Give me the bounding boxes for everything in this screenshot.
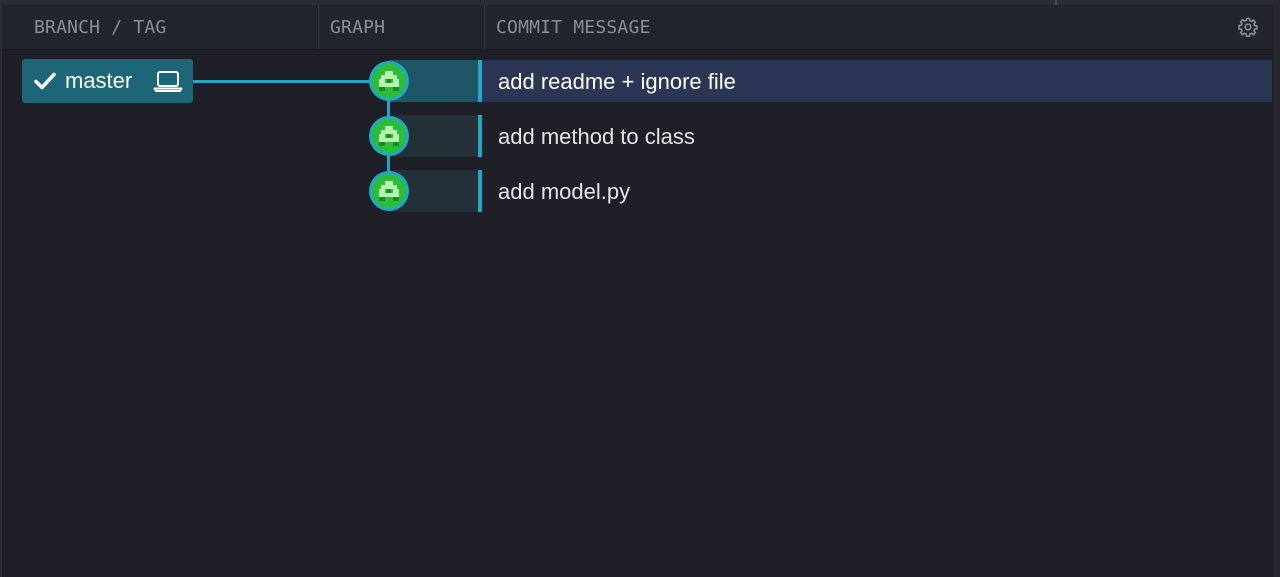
commit-message: add readme + ignore file — [498, 69, 736, 94]
commit-node-avatar-icon[interactable] — [367, 59, 411, 103]
column-header-commit-message[interactable]: COMMIT MESSAGE — [496, 5, 651, 49]
check-icon — [34, 72, 56, 90]
commit-row[interactable]: add method to class — [482, 115, 1272, 157]
commit-message: add method to class — [498, 124, 695, 149]
commit-message: add model.py — [498, 179, 631, 204]
branch-name: master — [65, 68, 133, 93]
commit-row[interactable]: add readme + ignore file — [482, 60, 1272, 102]
gear-icon[interactable] — [1238, 17, 1258, 37]
column-resize-handle[interactable] — [318, 5, 319, 49]
commit-node-avatar-icon[interactable] — [367, 169, 411, 213]
branch-label-master[interactable]: master — [22, 59, 193, 103]
laptop-icon — [153, 71, 183, 92]
left-edge — [0, 0, 2, 577]
column-resize-handle[interactable] — [484, 5, 485, 49]
commit-graph-panel: BRANCH / TAG GRAPH COMMIT MESSAGE master — [0, 0, 1280, 577]
vertical-scrollbar-track[interactable] — [1273, 0, 1280, 577]
column-header-branch-tag[interactable]: BRANCH / TAG — [34, 5, 166, 49]
column-header-graph[interactable]: GRAPH — [330, 5, 385, 49]
commit-row[interactable]: add model.py — [482, 170, 1272, 212]
column-header-bar: BRANCH / TAG GRAPH COMMIT MESSAGE — [2, 5, 1273, 50]
commit-node-avatar-icon[interactable] — [367, 114, 411, 158]
branch-connector-line — [193, 80, 373, 83]
